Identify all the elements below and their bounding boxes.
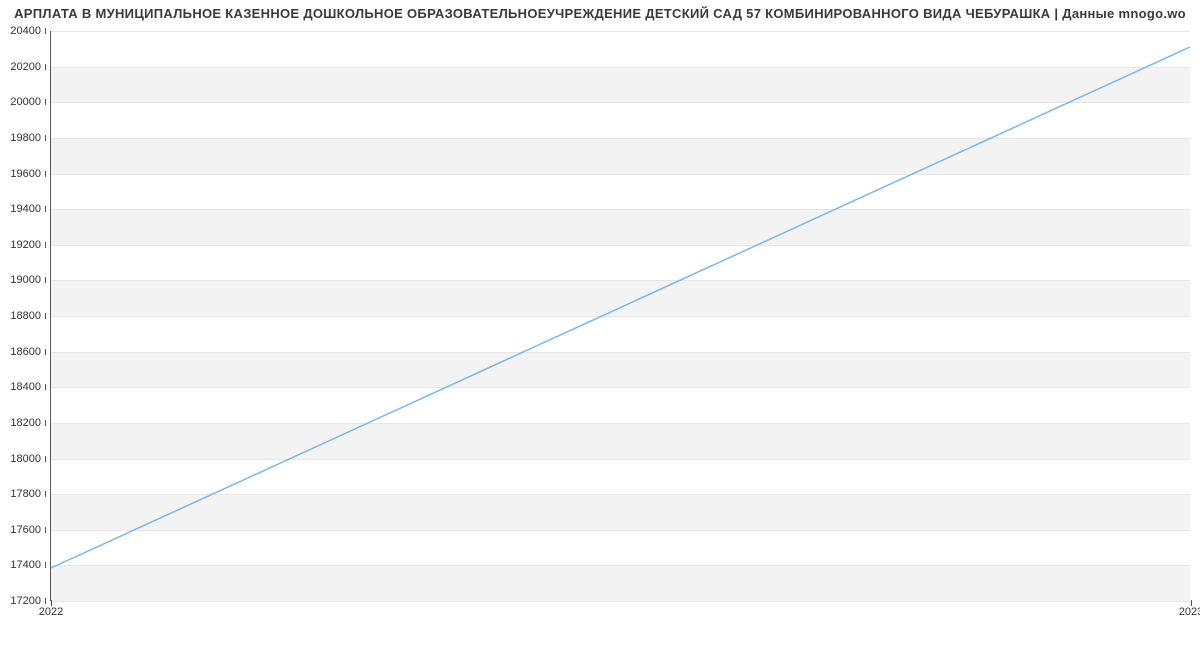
y-tickmark xyxy=(45,420,46,426)
y-tick-label: 19800 xyxy=(10,132,41,144)
y-tickmark xyxy=(45,384,46,390)
chart-container: 17200 17400 17600 17800 18000 18200 18400 18600… xyxy=(0,21,1200,631)
y-tick-label: 18600 xyxy=(10,346,41,358)
y-tickmark xyxy=(45,313,46,319)
plot-area: 1720017400176001780018000182001840018600… xyxy=(50,31,1190,601)
y-tick-label: 18800 xyxy=(10,310,41,322)
y-tickmark xyxy=(45,206,46,212)
y-tickmark xyxy=(45,349,46,355)
line-layer xyxy=(51,31,1190,600)
x-tick-label: 2022 xyxy=(39,606,63,618)
y-tickmark xyxy=(45,491,46,497)
y-tick-label: 19000 xyxy=(10,274,41,286)
y-tickmark xyxy=(45,242,46,248)
y-tick-label: 19400 xyxy=(10,203,41,215)
gridline xyxy=(51,601,1190,602)
y-tickmark xyxy=(45,171,46,177)
y-tickmark xyxy=(45,277,46,283)
y-tickmark xyxy=(45,598,46,604)
y-tick-label: 18400 xyxy=(10,381,41,393)
y-tick-label: 20400 xyxy=(10,25,41,37)
y-tickmark xyxy=(45,135,46,141)
y-tickmark xyxy=(45,28,46,34)
y-tick-label: 17800 xyxy=(10,488,41,500)
y-tick-label: 17200 xyxy=(10,595,41,607)
y-tick-label: 18000 xyxy=(10,453,41,465)
y-tickmark xyxy=(45,64,46,70)
chart-title: АРПЛАТА В МУНИЦИПАЛЬНОЕ КАЗЕННОЕ ДОШКОЛЬ… xyxy=(0,0,1200,21)
y-tick-label: 17400 xyxy=(10,559,41,571)
y-tick-label: 20200 xyxy=(10,61,41,73)
x-tick-label: 2023 xyxy=(1179,606,1200,618)
y-tick-label: 19600 xyxy=(10,168,41,180)
data-line xyxy=(51,47,1190,568)
y-tick-label: 19200 xyxy=(10,239,41,251)
y-tick-label: 20000 xyxy=(10,96,41,108)
y-tickmark xyxy=(45,456,46,462)
y-tick-label: 17600 xyxy=(10,524,41,536)
y-tickmark xyxy=(45,527,46,533)
y-tick-label: 18200 xyxy=(10,417,41,429)
y-tickmark xyxy=(45,99,46,105)
y-tickmark xyxy=(45,562,46,568)
